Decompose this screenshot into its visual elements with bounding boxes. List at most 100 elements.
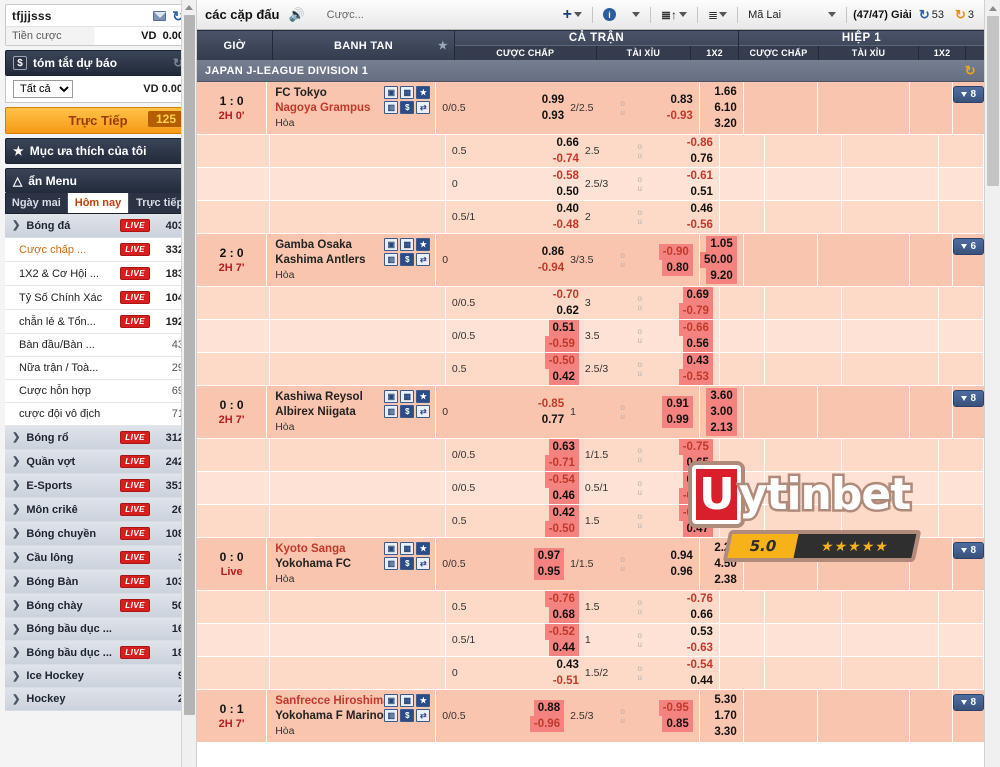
h1-handicap-cell[interactable] [744,690,818,742]
odds-value[interactable]: 5.30 [714,692,736,708]
odds-value[interactable]: -0.79 [678,303,713,319]
odds-value[interactable]: -0.53 [678,369,713,385]
h1-1x2-cell[interactable] [939,320,984,352]
h1-handicap-cell[interactable] [765,505,843,537]
odds-value[interactable]: -0.52 [544,624,579,640]
pitch-icon[interactable]: ▩ [400,238,415,251]
add-button[interactable]: + [559,6,586,24]
odds-value[interactable]: 2.28 [714,540,736,556]
draw-label[interactable]: Hòa [275,420,429,434]
match-row[interactable]: 2 : 0 2H 7' Gamba Osaka Kashima Antlers Hòa ▣… [197,234,984,287]
h1-1x2-cell[interactable] [939,624,984,656]
odds-value[interactable]: 0.95 [533,564,565,580]
h1-handicap-cell[interactable] [765,624,843,656]
star-icon[interactable]: ★ [416,694,431,707]
match-sub-row[interactable]: 0/0.5 0.63 -0.71 1/1.5 o u -0.75 0.65 [197,439,984,472]
h2h-icon[interactable]: ⇄ [416,253,431,266]
odds-format-select[interactable]: Mã Lai [744,7,840,23]
odds-value[interactable]: 0.91 [662,396,693,412]
odds-value[interactable]: 0.65 [682,455,713,471]
match-sub-row[interactable]: 0 0.43 -0.51 1.5/2 o u -0.54 0.44 [197,657,984,690]
h1-over-under-cell[interactable] [842,287,939,319]
odds-value[interactable]: 0.96 [670,564,692,580]
tv-icon[interactable]: ▣ [384,694,399,707]
odds-value[interactable]: 3.30 [714,724,736,740]
live-button[interactable]: Trực Tiếp 125 [5,107,191,134]
odds-value[interactable]: 0.44 [691,673,713,689]
h1-1x2-cell[interactable] [939,135,984,167]
envelope-icon[interactable] [153,11,167,21]
odds-value[interactable]: 0.66 [557,135,579,151]
more-markets-badge[interactable]: 8 [953,694,984,711]
match-sub-row[interactable]: 0.5 -0.50 0.42 2.5/3 o u 0.43 -0.53 [197,353,984,386]
draw-label[interactable]: Hòa [275,116,429,130]
star-icon[interactable]: ★ [416,238,431,251]
h1-handicap-cell[interactable] [765,287,843,319]
draw-label[interactable]: Hòa [275,572,429,586]
sidebar-item-sport[interactable]: ❯ Ice Hockey 9 [5,665,191,688]
odds-value[interactable]: 0.40 [557,201,579,217]
h1-handicap-cell[interactable] [765,135,843,167]
h2h-icon[interactable]: ⇄ [416,709,431,722]
h1-over-under-cell[interactable] [842,353,939,385]
forecast-header[interactable]: $ tóm tắt dự báo ↻ [5,50,191,76]
h1-over-under-cell[interactable] [842,472,939,504]
odds-value[interactable]: 1.66 [714,84,736,100]
star-icon[interactable]: ★ [416,542,431,555]
h1-over-under-cell[interactable] [842,135,939,167]
odds-value[interactable]: -0.48 [553,217,579,233]
odds-value[interactable]: -0.75 [678,439,713,455]
h2h-icon[interactable]: ⇄ [416,101,431,114]
h1-handicap-cell[interactable] [744,82,818,134]
sidebar-item-market[interactable]: Tỷ Số Chính Xác LIVE 104 [5,286,191,310]
odds-value[interactable]: 0.85 [662,716,693,732]
h1-handicap-cell[interactable] [765,591,843,623]
match-sub-row[interactable]: 0 -0.58 0.50 2.5/3 o u -0.61 0.51 [197,168,984,201]
odds-value[interactable]: 0.77 [542,412,564,428]
match-sub-row[interactable]: 0/0.5 -0.70 0.62 3 o u 0.69 -0.79 [197,287,984,320]
odds-value[interactable]: 9.20 [706,268,737,284]
odds-value[interactable]: 2.13 [706,420,737,436]
match-row[interactable]: 0 : 0 2H 7' Kashiwa Reysol Albirex Niigata H… [197,386,984,439]
match-sub-row[interactable]: 0.5 0.42 -0.50 1.5 o u -0.57 0.47 [197,505,984,538]
h1-over-under-cell[interactable] [842,168,939,200]
h1-over-under-cell[interactable] [842,201,939,233]
odds-value[interactable]: 3.20 [714,116,736,132]
match-sub-row[interactable]: 0.5 0.66 -0.74 2.5 o u -0.86 0.76 [197,135,984,168]
sidebar-item-sport[interactable]: ❯ Hockey 2 [5,688,191,711]
sidebar-item-sport[interactable]: ❯ Bóng bầu dục ... LIVE 18 [5,641,191,665]
h1-handicap-cell[interactable] [765,439,843,471]
match-sub-row[interactable]: 0.5/1 -0.52 0.44 1 o u 0.53 -0.63 [197,624,984,657]
tv-icon[interactable]: ▣ [384,86,399,99]
scroll-thumb[interactable] [184,15,195,715]
odds-value[interactable]: -0.61 [687,168,713,184]
sidebar-item-market[interactable]: cược đội vô địch 71 [5,403,191,426]
h1-handicap-cell[interactable] [765,320,843,352]
odds-value[interactable]: 1.05 [706,236,737,252]
menu-toggle[interactable]: △ ẩn Menu [5,168,191,193]
more-markets-badge[interactable]: 8 [953,86,984,103]
stats-icon[interactable]: ▥ [384,101,399,114]
h1-over-under-cell[interactable] [842,591,939,623]
star-icon[interactable]: ★ [416,390,431,403]
odds-value[interactable]: -0.94 [538,260,564,276]
odds-value[interactable]: -0.76 [544,591,579,607]
odds-value[interactable]: 0.66 [691,607,713,623]
star-icon[interactable]: ★ [438,39,448,52]
odds-value[interactable]: 0.44 [548,640,579,656]
odds-value[interactable]: -0.50 [544,353,579,369]
h1-1x2-cell[interactable] [939,201,984,233]
pitch-icon[interactable]: ▩ [400,86,415,99]
h1-1x2-cell[interactable] [939,657,984,689]
odds-value[interactable]: 0.76 [691,151,713,167]
speaker-icon[interactable]: 🔊 [288,7,304,23]
sidebar-item-sport[interactable]: ❯ Cầu lông LIVE 3 [5,546,191,570]
h1-over-under-cell[interactable] [818,82,910,134]
h1-over-under-cell[interactable] [842,657,939,689]
odds-value[interactable]: -0.57 [678,505,713,521]
sidebar-item-sport[interactable]: ❯ Bóng chày LIVE 50 [5,594,191,618]
odds-value[interactable]: -0.86 [687,135,713,151]
tv-icon[interactable]: ▣ [384,238,399,251]
sidebar-item-market[interactable]: chẵn lẻ & Tổn... LIVE 192 [5,310,191,334]
odds-value[interactable]: 0.42 [548,505,579,521]
